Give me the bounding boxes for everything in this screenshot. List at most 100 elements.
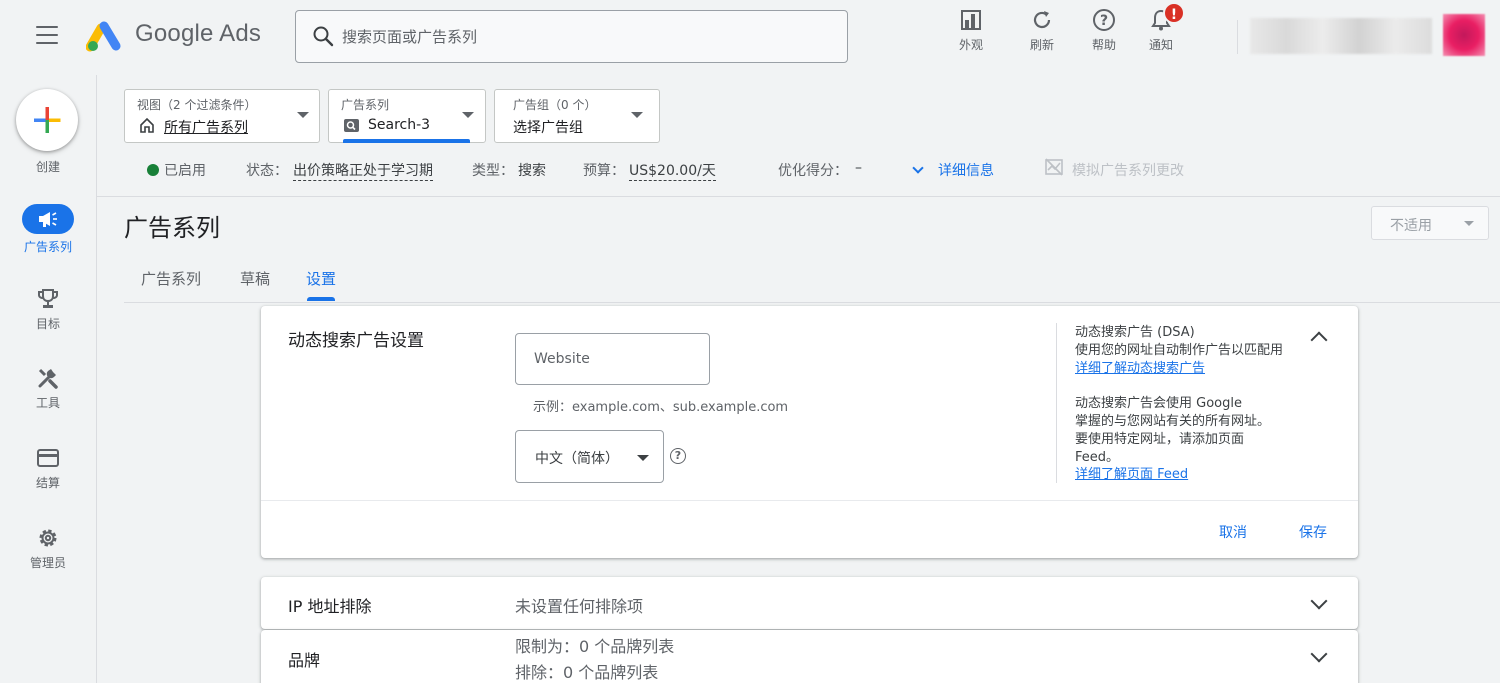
appearance-label: 外观 xyxy=(958,38,983,52)
status-value[interactable]: 出价策略正处于学习期 xyxy=(293,160,433,181)
rail-label-tools: 工具 xyxy=(35,396,60,410)
rail-item-admin[interactable]: 管理员 xyxy=(0,526,96,571)
notifications-label: 通知 xyxy=(1148,38,1173,52)
type-label: 类型： xyxy=(472,163,514,179)
brand-include-value: 限制为：0 个品牌列表 xyxy=(515,637,675,656)
campaign-active-indicator xyxy=(343,139,470,143)
rail-label-admin: 管理员 xyxy=(29,556,66,570)
home-icon xyxy=(140,117,154,133)
help-button[interactable]: ? 帮助 xyxy=(1074,8,1134,60)
question-icon[interactable]: ? xyxy=(670,448,686,464)
view-filter-value: 所有广告系列 xyxy=(164,120,248,136)
help-icon: ? xyxy=(1093,9,1115,31)
details-link[interactable]: 详细信息 xyxy=(938,160,994,180)
account-name-blurred[interactable] xyxy=(1250,18,1432,54)
ip-exclusion-title: IP 地址排除 xyxy=(288,597,372,616)
gear-icon xyxy=(39,529,57,547)
svg-text:?: ? xyxy=(1100,13,1108,29)
website-hint: 示例：example.com、sub.example.com xyxy=(533,400,789,415)
dsa-side-divider xyxy=(1056,323,1057,483)
cancel-button[interactable]: 取消 xyxy=(1219,522,1247,542)
avatar[interactable] xyxy=(1443,14,1485,56)
tab-active-indicator xyxy=(307,297,335,301)
campaign-select[interactable]: 广告系列 Search-3 xyxy=(328,89,486,143)
create-label-wrap: 创建 xyxy=(0,154,96,175)
simulate-link[interactable]: 模拟广告系列更改 xyxy=(1072,160,1184,180)
plus-icon xyxy=(34,107,61,133)
rail-item-billing[interactable]: 结算 xyxy=(0,446,96,491)
search-icon xyxy=(313,26,334,47)
create-button[interactable] xyxy=(16,89,78,151)
tab-settings[interactable]: 设置 xyxy=(306,268,336,289)
dsa-side-p2-line4: Feed。 xyxy=(1075,450,1120,465)
dsa-side-p2-line3: 要使用特定网址，请添加页面 xyxy=(1075,432,1245,447)
chevron-down-icon xyxy=(637,455,649,461)
budget-label: 预算： xyxy=(583,163,625,179)
tab-campaigns[interactable]: 广告系列 xyxy=(141,268,201,289)
ip-exclusion-value: 未设置任何排除项 xyxy=(515,597,644,616)
expand-details-icon xyxy=(912,162,924,174)
page-feed-learn-more-link[interactable]: 详细了解页面 Feed xyxy=(1075,466,1290,484)
refresh-button[interactable]: 刷新 xyxy=(1012,8,1072,60)
appearance-icon xyxy=(961,10,981,30)
tools-icon xyxy=(38,368,58,389)
ip-exclusion-card[interactable] xyxy=(261,577,1358,629)
rail-item-goals[interactable]: 目标 xyxy=(0,287,96,332)
page-title: 广告系列 xyxy=(124,214,220,242)
na-select-value: 不适用 xyxy=(1390,218,1432,234)
adgroup-value: 选择广告组 xyxy=(513,120,583,136)
score-value: – xyxy=(855,160,862,176)
status-label: 状态： xyxy=(246,163,288,179)
chevron-down-icon xyxy=(297,112,309,118)
megaphone-icon xyxy=(39,212,57,227)
rail-label-campaigns: 广告系列 xyxy=(23,240,72,254)
score-label: 优化得分： xyxy=(778,163,848,179)
create-label: 创建 xyxy=(35,160,60,174)
notification-badge: ! xyxy=(1163,2,1185,24)
dsa-learn-more-link[interactable]: 详细了解动态搜索广告 xyxy=(1075,360,1290,378)
language-select[interactable]: 中文（简体） xyxy=(515,430,664,483)
app-name: Google Ads xyxy=(135,20,262,47)
rail-label-goals: 目标 xyxy=(35,317,60,331)
dsa-side-title: 动态搜索广告 (DSA) xyxy=(1075,325,1195,340)
enabled-status-dot xyxy=(147,164,159,176)
adgroup-select[interactable]: 广告组（0 个） 选择广告组 xyxy=(494,89,660,143)
tab-drafts[interactable]: 草稿 xyxy=(240,268,270,289)
google-ads-logo-icon xyxy=(86,21,121,52)
chevron-down-icon xyxy=(462,112,474,118)
type-value: 搜索 xyxy=(518,163,546,179)
campaign-caption: 广告系列 xyxy=(341,98,390,112)
adgroup-caption: 广告组（0 个） xyxy=(513,98,597,112)
chevron-down-icon xyxy=(631,112,643,118)
dsa-side-p2-line2: 掌握的与您网站有关的所有网址。 xyxy=(1075,414,1271,429)
rail-item-campaigns[interactable]: 广告系列 xyxy=(0,204,96,255)
campaign-value: Search-3 xyxy=(368,117,431,133)
brand-exclude-value: 排除：0 个品牌列表 xyxy=(515,663,659,682)
save-button[interactable]: 保存 xyxy=(1299,522,1327,542)
help-label: 帮助 xyxy=(1091,38,1116,52)
rail-active-indicator xyxy=(22,204,74,234)
appearance-button[interactable]: 外观 xyxy=(941,8,1001,60)
dsa-side-p2-line1: 动态搜索广告会使用 Google xyxy=(1075,396,1242,411)
rail-label-billing: 结算 xyxy=(35,476,60,490)
view-filter-select[interactable]: 视图（2 个过滤条件） 所有广告系列 xyxy=(124,89,320,143)
dsa-card-footer-divider xyxy=(261,500,1358,501)
website-input[interactable] xyxy=(515,333,710,385)
na-select[interactable]: 不适用 xyxy=(1371,206,1489,240)
chevron-down-icon xyxy=(1464,221,1474,226)
dsa-side-desc: 使用您的网址自动制作广告以匹配用 xyxy=(1075,343,1284,358)
dsa-card-title: 动态搜索广告设置 xyxy=(288,331,424,351)
enabled-status[interactable]: 已启用 xyxy=(164,160,206,180)
menu-icon[interactable] xyxy=(36,26,58,44)
rail-item-tools[interactable]: 工具 xyxy=(0,366,96,411)
refresh-label: 刷新 xyxy=(1029,38,1054,52)
simulate-icon xyxy=(1045,158,1063,176)
search-campaign-icon xyxy=(344,119,359,132)
search-box[interactable] xyxy=(295,10,848,63)
search-input[interactable] xyxy=(342,25,822,49)
refresh-icon xyxy=(1033,11,1051,29)
status-divider xyxy=(97,196,1500,197)
brand-card[interactable] xyxy=(261,630,1358,683)
credit-card-icon xyxy=(37,449,59,467)
budget-value[interactable]: US$20.00/天 xyxy=(629,160,716,181)
